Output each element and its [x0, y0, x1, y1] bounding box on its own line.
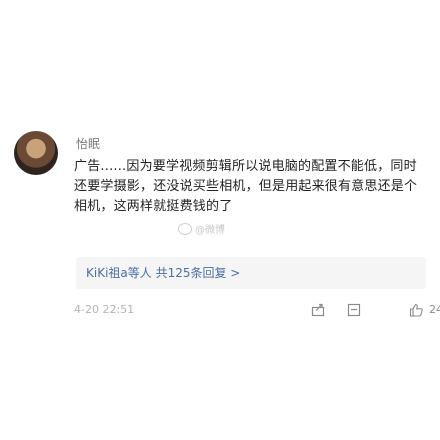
weibo-logo-icon [178, 222, 192, 235]
like-icon[interactable] [408, 302, 424, 318]
watermark: @微博 [178, 221, 225, 236]
username[interactable]: 怡眠 [76, 135, 100, 152]
timestamp: 4-20 22:51 [74, 303, 135, 316]
avatar[interactable] [14, 131, 58, 175]
replies-link[interactable]: KiKi祖a等人 共125条回复 > [86, 264, 240, 281]
comment-text: 广告......因为要学视频剪辑所以说电脑的配置不能低，同时还要学摄影，还没说买… [74, 159, 418, 214]
comment-footer: 4-20 22:51 245 [74, 302, 440, 320]
watermark-text: @微博 [195, 225, 225, 236]
share-icon[interactable] [310, 302, 326, 318]
comment-icon[interactable] [346, 302, 362, 318]
replies-box[interactable]: KiKi祖a等人 共125条回复 > [76, 257, 426, 289]
like-count: 245 [429, 303, 440, 316]
